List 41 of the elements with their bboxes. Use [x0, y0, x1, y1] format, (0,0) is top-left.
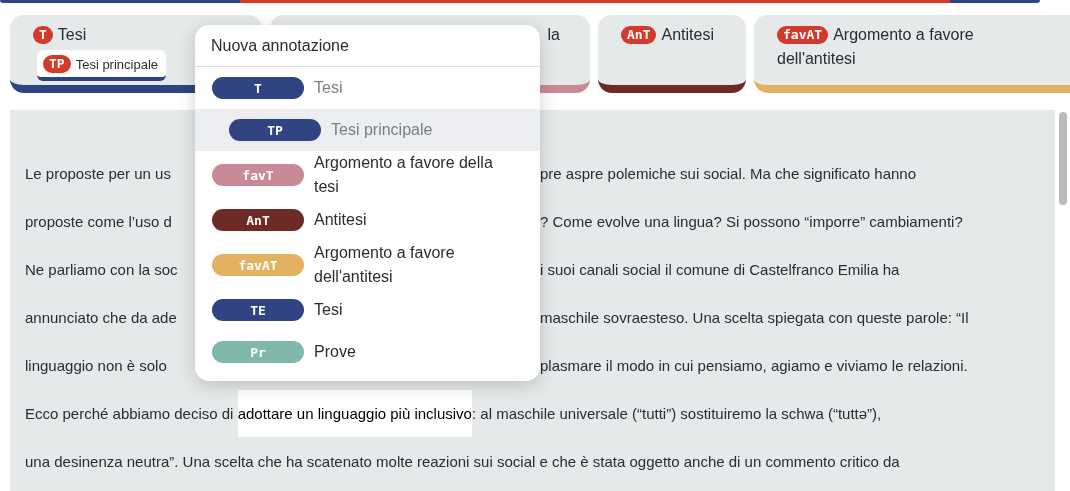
annotation-title: la — [547, 25, 560, 45]
tag-pill: TE — [212, 299, 304, 321]
tag-pill: T — [212, 77, 304, 99]
item-label: Antitesi — [314, 210, 367, 230]
paragraph-text: maschile sovraesteso. Una scelta spiegata con queste parole: “Il — [540, 308, 969, 328]
paragraph-text: annunciato che da ade — [25, 308, 177, 328]
menu-item[interactable]: favT Argomento a favore della tesi — [195, 151, 540, 199]
paragraph-text: Le proposte per un us — [25, 164, 171, 184]
item-label: Argomento a favore dell'antitesi — [314, 243, 456, 287]
item-label: Tesi — [314, 300, 343, 320]
paragraph-text: Ne parliamo con la soc — [25, 260, 178, 280]
item-label: Argomento a favore della tesi — [314, 153, 494, 197]
item-label: Prove — [314, 342, 356, 362]
paragraph-text: plasmare il modo in cui pensiamo, agiamo e viviamo le relazioni. — [540, 356, 968, 376]
paragraph-text: proposte come l’uso d — [25, 212, 172, 232]
menu-item[interactable]: AnT Antitesi — [195, 199, 540, 241]
annotation-title: T Tesi — [33, 23, 87, 47]
menu-item[interactable]: favAT Argomento a favore dell'antitesi — [195, 241, 540, 289]
paragraph-text: una desinenza neutra”. Una scelta che ha scatenato molte reazioni sui social e che è stata oggetto anche di un commento critico da — [25, 452, 900, 472]
annotation-card[interactable]: favAT Argomento a favore dell'antitesi — [754, 15, 1070, 93]
annotation-title: AnT Antitesi — [621, 23, 714, 47]
tag-pill: favAT — [212, 254, 304, 276]
menu-item[interactable]: Pr Prove — [195, 331, 540, 373]
annotation-card[interactable]: AnT Antitesi — [598, 15, 746, 93]
tag-pill: Pr — [212, 341, 304, 363]
annotation-title: favAT Argomento a favore dell'antitesi — [777, 25, 975, 69]
tag-pill: favT — [212, 164, 304, 186]
paragraph-text: linguaggio non è solo — [25, 356, 167, 376]
menu-item[interactable]: TE Tesi — [195, 289, 540, 331]
chip-label: Tesi principale — [75, 56, 159, 72]
tag-pill: AnT — [212, 209, 304, 231]
annotation-chip[interactable]: TP Tesi principale — [37, 50, 167, 81]
tag-pill: TP — [229, 119, 321, 141]
paragraph-text: ? Come evolve una lingua? Si possono “imporre” cambiamenti? — [540, 212, 963, 232]
paragraph-text: i suoi canali social il comune di Castelfranco Emilia ha — [540, 260, 900, 280]
paragraph-text: pre aspre polemiche sui social. Ma che significato hanno — [540, 164, 917, 184]
paragraph-text: Ecco perché abbiamo deciso di adottare un linguaggio più inclusivo: al maschile universale (“tutti”) sostituiremo la schwa (“tuttə”), — [25, 390, 882, 438]
tag-badge: TP — [43, 55, 71, 73]
item-label: Tesi — [314, 78, 343, 98]
item-label: Tesi principale — [331, 120, 433, 140]
scrollbar-thumb[interactable] — [1058, 112, 1067, 205]
